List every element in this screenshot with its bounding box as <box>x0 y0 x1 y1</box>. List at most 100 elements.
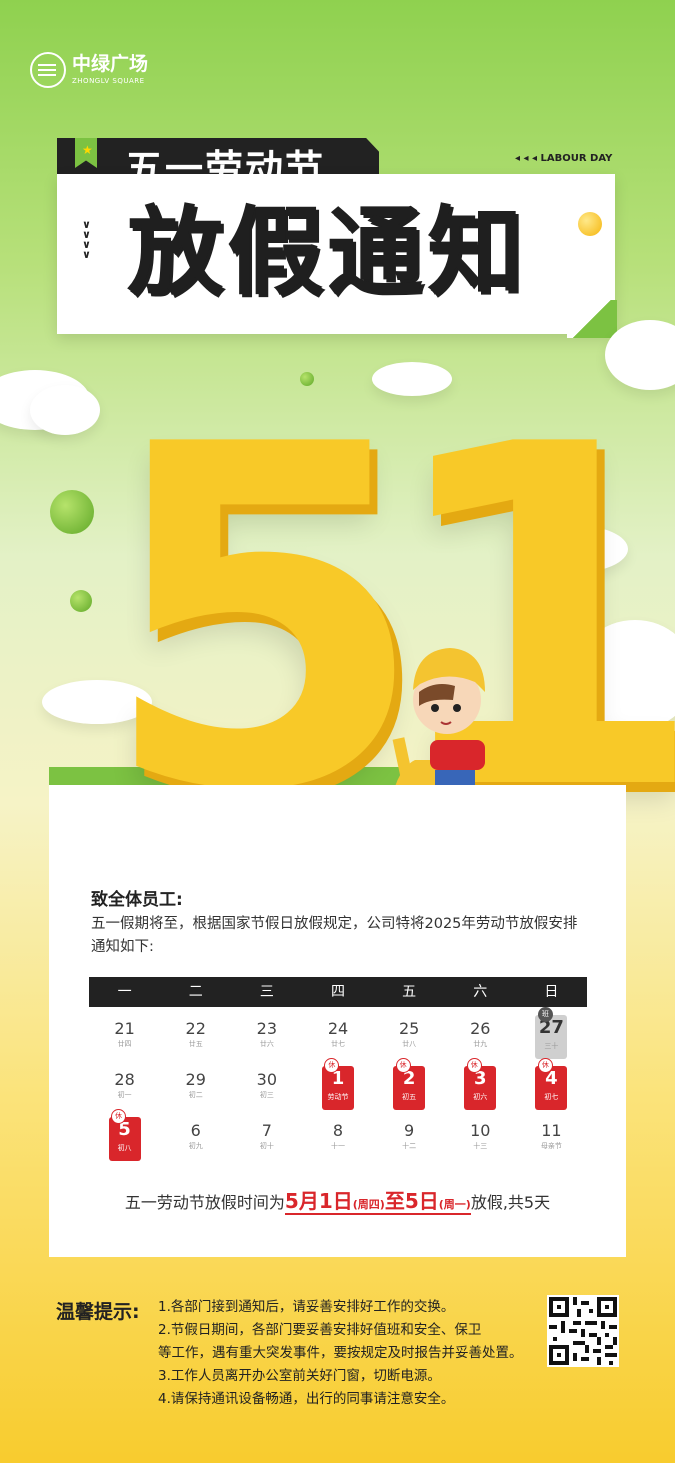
calendar-day: 26 廿九 <box>445 1015 516 1066</box>
calendar-lunar-date: 初七 <box>544 1093 559 1101</box>
weekday-label: 五 <box>402 984 417 1000</box>
calendar-day: 28 初一 <box>89 1066 160 1117</box>
holiday-badge: 休 <box>537 1058 553 1073</box>
calendar-day-number: 26 <box>470 1019 491 1038</box>
star-icon: ★ <box>82 143 93 157</box>
calendar-day: 休 5 初八 <box>89 1109 160 1168</box>
leaf-logo-icon <box>30 52 66 88</box>
calendar-day: 23 廿六 <box>231 1015 302 1066</box>
greeting: 致全体员工: <box>91 890 183 910</box>
calendar-day-box: 1 劳动节 <box>321 1066 354 1110</box>
calendar-lunar-date: 母亲节 <box>540 1142 562 1150</box>
work-day-badge: 班 <box>537 1007 553 1022</box>
calendar-day: 休 4 初七 <box>516 1058 587 1117</box>
calendar-day-box: 4 初七 <box>535 1066 568 1110</box>
labour-day-label: ◂ ◂ ◂ LABOUR DAY <box>515 153 612 164</box>
calendar-lunar-date: 廿七 <box>330 1040 345 1048</box>
summary-end: 5日 <box>404 1189 439 1213</box>
page-title: 放假通知 <box>127 196 527 308</box>
calendar-day-number: 23 <box>256 1019 278 1038</box>
calendar-day: 班 27 三十 <box>516 1007 587 1066</box>
calendar-day-box: 30 初三 <box>257 1070 277 1100</box>
summary-start-week: (周四) <box>352 1198 385 1211</box>
calendar-day: 21 廿四 <box>89 1015 160 1066</box>
calendar-day: 8 十一 <box>302 1117 373 1168</box>
calendar-day-box: 6 初九 <box>189 1121 203 1151</box>
calendar-day-number: 8 <box>332 1121 344 1140</box>
summary-prefix: 五一劳动节放假时间为 <box>124 1193 285 1212</box>
calendar-lunar-date: 廿五 <box>188 1040 203 1048</box>
brand-logo: 中绿广场 ZHONGLV SQUARE <box>30 52 148 88</box>
calendar-row: 21 廿四 22 廿五 23 廿六 24 廿七 25 廿八 26 廿九 班 27 三十 <box>89 1007 587 1066</box>
notice-card: 致全体员工: 五一假期将至，根据国家节假日放假规定，公司特将2025年劳动节放假… <box>49 785 626 1257</box>
summary-end-week: (周一) <box>438 1198 471 1211</box>
calendar-day-number: 28 <box>114 1070 135 1089</box>
calendar-lunar-date: 初三 <box>259 1091 274 1099</box>
calendar-day-number: 21 <box>114 1019 135 1038</box>
calendar-day: 29 初二 <box>160 1066 231 1117</box>
calendar-day: 9 十二 <box>374 1117 445 1168</box>
calendar-day: 休 1 劳动节 <box>302 1058 373 1117</box>
qr-code-icon[interactable] <box>547 1295 619 1367</box>
calendar-day: 休 2 初五 <box>374 1058 445 1117</box>
calendar-day: 10 十三 <box>445 1117 516 1168</box>
calendar-lunar-date: 初十 <box>259 1142 274 1150</box>
calendar-day-number: 29 <box>185 1070 206 1089</box>
calendar-lunar-date: 十三 <box>473 1142 488 1150</box>
calendar-row: 休 5 初八 6 初九 7 初十 8 十一 9 十二 10 十三 11 母亲节 <box>89 1109 587 1168</box>
calendar-day: 11 母亲节 <box>516 1117 587 1168</box>
tip-line: 3.工作人员离开办公室前关好门窗，切断电源。 <box>158 1368 441 1384</box>
calendar-day-number: 25 <box>398 1019 420 1038</box>
tips-title: 温馨提示: <box>56 1301 140 1323</box>
labour-day-text: LABOUR DAY <box>540 153 613 164</box>
calendar-day-number: 30 <box>256 1070 278 1089</box>
tip-line: 1.各部门接到通知后，请妥善安排好工作的交换。 <box>158 1299 455 1315</box>
calendar-day-box: 29 初二 <box>186 1070 206 1100</box>
calendar-lunar-date: 初八 <box>117 1144 132 1152</box>
calendar-day-box: 3 初六 <box>464 1066 497 1110</box>
page-fold-decoration <box>567 300 617 338</box>
calendar-day: 6 初九 <box>160 1117 231 1168</box>
calendar-lunar-date: 三十 <box>544 1042 559 1050</box>
calendar-lunar-date: 廿八 <box>402 1040 417 1048</box>
calendar-day-box: 10 十三 <box>470 1121 490 1151</box>
calendar-day: 休 3 初六 <box>445 1058 516 1117</box>
calendar-day-number: 9 <box>404 1121 415 1140</box>
calendar-day: 30 初三 <box>231 1066 302 1117</box>
calendar-day-box: 8 十一 <box>331 1121 345 1151</box>
calendar-day-number: 11 <box>541 1121 562 1140</box>
calendar-lunar-date: 廿六 <box>259 1040 274 1048</box>
weekday-label: 三 <box>259 984 274 1000</box>
calendar-lunar-date: 初二 <box>188 1091 203 1099</box>
title-box: ∨ ∨ ∨ ∨ 放假通知 <box>57 174 617 338</box>
weekday-label: 六 <box>473 984 488 1000</box>
weekday-label: 四 <box>330 984 345 1000</box>
weekday-label: 二 <box>188 984 203 1000</box>
calendar-day-box: 2 初五 <box>393 1066 426 1110</box>
calendar-day-number: 6 <box>190 1121 201 1140</box>
calendar-day-number: 22 <box>185 1019 206 1038</box>
intro-text: 五一假期将至，根据国家节假日放假规定，公司特将2025年劳动节放假安排通知如下: <box>91 916 578 955</box>
holiday-badge: 休 <box>466 1058 482 1073</box>
calendar-lunar-date: 十一 <box>330 1142 345 1150</box>
calendar-lunar-date: 初六 <box>473 1093 488 1101</box>
weekday-label: 日 <box>544 984 559 1000</box>
calendar-day-number: 7 <box>261 1121 272 1140</box>
calendar-lunar-date: 初九 <box>188 1142 203 1150</box>
calendar-day-box: 5 初八 <box>108 1117 141 1161</box>
calendar-day-box: 25 廿八 <box>399 1019 419 1049</box>
chevrons-icon: ∨ ∨ ∨ ∨ <box>82 218 91 261</box>
cloud-icon <box>30 385 100 435</box>
calendar-day: 22 廿五 <box>160 1015 231 1066</box>
calendar-day: 24 廿七 <box>302 1015 373 1066</box>
calendar-lunar-date: 劳动节 <box>327 1093 349 1101</box>
calendar-day-box: 11 母亲节 <box>541 1121 562 1151</box>
calendar-day-box: 24 廿七 <box>328 1019 348 1049</box>
holiday-badge: 休 <box>395 1058 411 1073</box>
calendar-day-box: 22 廿五 <box>186 1019 206 1049</box>
calendar-row: 28 初一 29 初二 30 初三休 1 劳动节休 2 初五休 3 初六休 4 初七 <box>89 1058 587 1117</box>
weekday-label: 一 <box>117 984 132 1000</box>
calendar-lunar-date: 廿四 <box>117 1040 132 1048</box>
calendar-day: 25 廿八 <box>374 1015 445 1066</box>
green-ball-icon <box>70 590 92 612</box>
